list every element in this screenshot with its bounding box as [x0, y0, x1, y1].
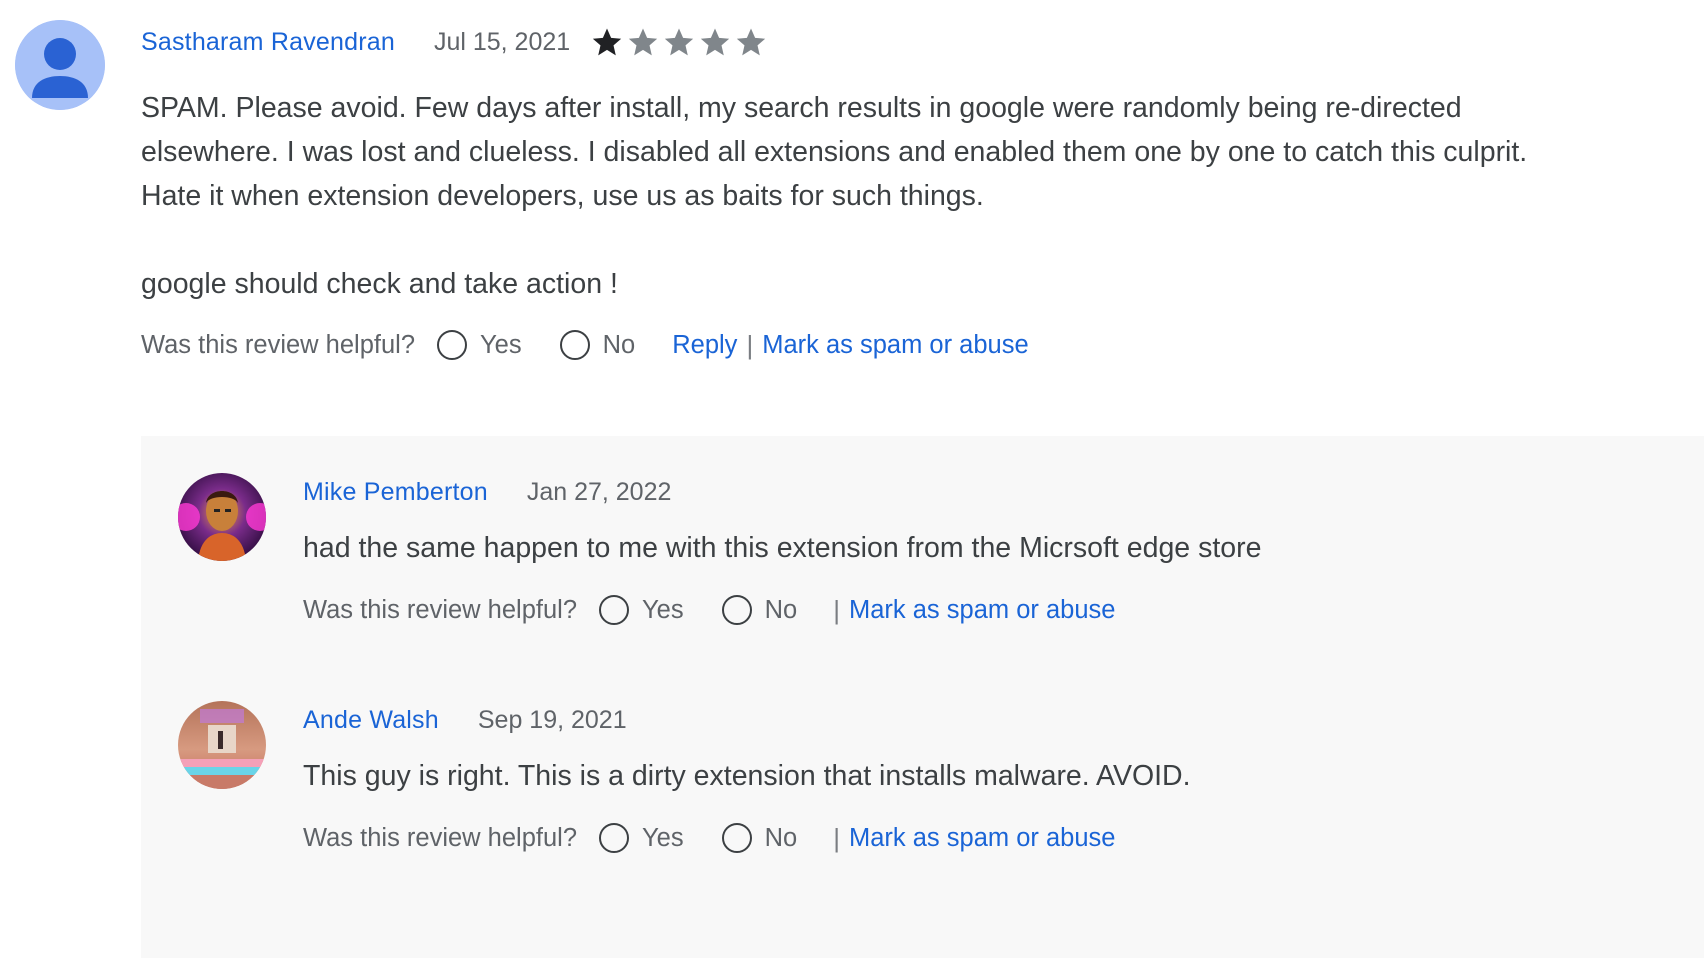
reply-date: Sep 19, 2021 [477, 705, 627, 734]
default-user-avatar-icon [15, 20, 105, 110]
review-author-link[interactable]: Sastharam Ravendran [141, 28, 395, 57]
no-label: No [764, 823, 798, 852]
star-empty-icon [734, 25, 768, 59]
no-label: No [602, 330, 636, 359]
helpful-question: Was this review helpful? [303, 595, 578, 624]
helpful-yes-radio[interactable]: Yes [599, 595, 684, 625]
review-page: Sastharam Ravendran Jul 15, 2021 SPAM. P… [0, 0, 1704, 958]
reply-link[interactable]: Reply [672, 331, 737, 360]
radio-circle-icon[interactable] [599, 595, 630, 625]
reply-text: This guy is right. This is a dirty exten… [303, 760, 1191, 792]
yes-label: Yes [480, 330, 522, 359]
reply-date: Jan 27, 2022 [526, 477, 672, 506]
radio-circle-icon[interactable] [721, 595, 752, 625]
reply-author-link[interactable]: Ande Walsh [303, 706, 439, 735]
star-rating [590, 25, 770, 59]
helpful-no-radio[interactable]: No [559, 330, 636, 360]
review-header: Sastharam Ravendran Jul 15, 2021 [141, 24, 770, 60]
review-paragraph: google should check and take action ! [141, 268, 618, 300]
radio-circle-icon[interactable] [559, 330, 590, 360]
yes-label: Yes [642, 595, 684, 624]
star-empty-icon [626, 25, 660, 59]
helpful-yes-radio[interactable]: Yes [437, 330, 522, 360]
link-separator: | [746, 329, 754, 360]
replies-section: Mike Pemberton Jan 27, 2022 had the same… [141, 436, 1704, 958]
no-label: No [764, 595, 798, 624]
review-helpful-row: Was this review helpful? Yes No Reply | … [141, 325, 1029, 365]
reply-helpful-row: Was this review helpful? Yes No | Mark a… [303, 590, 1115, 630]
user-avatar [178, 701, 266, 789]
radio-circle-icon[interactable] [437, 330, 468, 360]
user-avatar [178, 473, 266, 561]
helpful-yes-radio[interactable]: Yes [599, 823, 684, 853]
reply-header: Ande Walsh Sep 19, 2021 [303, 702, 627, 738]
reply-text: had the same happen to me with this exte… [303, 532, 1262, 564]
star-filled-icon [590, 25, 624, 59]
link-separator: | [833, 594, 840, 625]
helpful-no-radio[interactable]: No [721, 823, 798, 853]
review-body: SPAM. Please avoid. Few days after insta… [141, 86, 1571, 306]
review-date: Jul 15, 2021 [433, 27, 571, 56]
helpful-no-radio[interactable]: No [721, 595, 798, 625]
review-paragraph: SPAM. Please avoid. Few days after insta… [141, 92, 1528, 212]
mark-spam-link[interactable]: Mark as spam or abuse [762, 331, 1028, 360]
star-empty-icon [698, 25, 732, 59]
mark-spam-link[interactable]: Mark as spam or abuse [849, 596, 1115, 625]
reply-author-link[interactable]: Mike Pemberton [303, 478, 488, 507]
yes-label: Yes [642, 823, 684, 852]
radio-circle-icon[interactable] [721, 823, 752, 853]
radio-circle-icon[interactable] [599, 823, 630, 853]
link-separator: | [833, 822, 840, 853]
helpful-question: Was this review helpful? [141, 330, 416, 359]
star-empty-icon [662, 25, 696, 59]
reply-header: Mike Pemberton Jan 27, 2022 [303, 474, 671, 510]
mark-spam-link[interactable]: Mark as spam or abuse [849, 824, 1115, 853]
reply-helpful-row: Was this review helpful? Yes No | Mark a… [303, 818, 1115, 858]
helpful-question: Was this review helpful? [303, 823, 578, 852]
